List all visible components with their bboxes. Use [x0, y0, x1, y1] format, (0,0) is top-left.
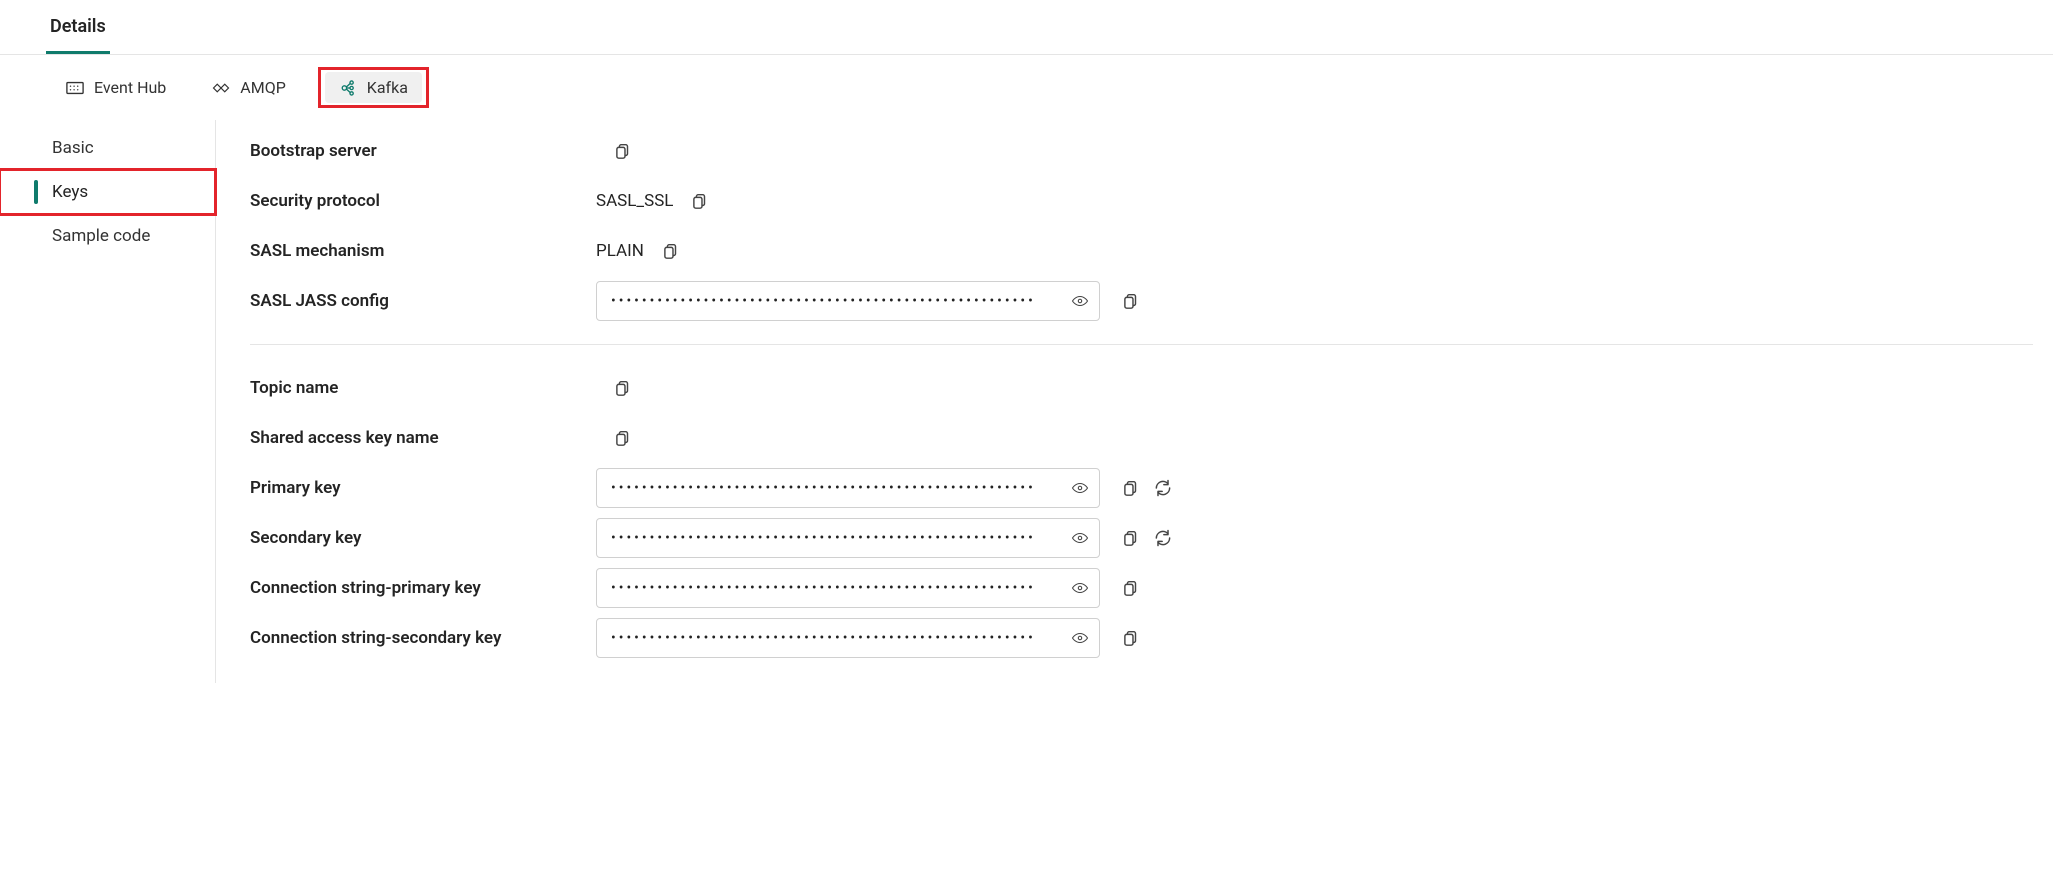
reveal-button[interactable]: [1069, 577, 1091, 599]
copy-button[interactable]: [612, 140, 634, 162]
sidebar-item-sample-code[interactable]: Sample code: [0, 214, 215, 258]
reveal-button[interactable]: [1069, 627, 1091, 649]
masked-input-primary-key[interactable]: ••••••••••••••••••••••••••••••••••••••••…: [596, 468, 1100, 508]
field-label: Primary key: [250, 478, 580, 498]
copy-button[interactable]: [660, 240, 682, 262]
field-value: PLAIN: [596, 241, 644, 261]
protocol-tab-label: Event Hub: [94, 78, 166, 97]
row-primary-key: Primary key ••••••••••••••••••••••••••••…: [250, 463, 2033, 513]
regenerate-button[interactable]: [1152, 477, 1174, 499]
row-sasl-jass-config: SASL JASS config •••••••••••••••••••••••…: [250, 276, 2033, 326]
copy-button[interactable]: [1120, 290, 1142, 312]
row-connection-string-secondary: Connection string-secondary key ••••••••…: [250, 613, 2033, 663]
copy-button[interactable]: [689, 190, 711, 212]
copy-button[interactable]: [612, 377, 634, 399]
amqp-icon: [212, 79, 230, 97]
field-label: SASL JASS config: [250, 291, 580, 311]
field-label: Shared access key name: [250, 428, 580, 448]
masked-input-conn-secondary[interactable]: ••••••••••••••••••••••••••••••••••••••••…: [596, 618, 1100, 658]
side-nav: Basic Keys Sample code: [0, 120, 216, 683]
protocol-tab-bar: Event Hub AMQP Kafka: [0, 55, 2053, 120]
highlight-kafka-tab: Kafka: [318, 67, 429, 108]
field-label: Security protocol: [250, 191, 580, 211]
row-topic-name: Topic name: [250, 363, 2033, 413]
copy-button[interactable]: [1120, 577, 1142, 599]
masked-value: ••••••••••••••••••••••••••••••••••••••••…: [611, 630, 1036, 646]
field-label: Connection string-primary key: [250, 578, 580, 598]
row-secondary-key: Secondary key ••••••••••••••••••••••••••…: [250, 513, 2033, 563]
protocol-tab-kafka[interactable]: Kafka: [325, 72, 422, 103]
copy-button[interactable]: [1120, 477, 1142, 499]
section-divider: [250, 344, 2033, 345]
row-bootstrap-server: Bootstrap server: [250, 126, 2033, 176]
field-label: SASL mechanism: [250, 241, 580, 261]
protocol-tab-label: Kafka: [367, 78, 408, 97]
top-tab-bar: Details: [0, 0, 2053, 55]
sidebar-item-basic[interactable]: Basic: [0, 126, 215, 170]
eventhub-icon: [66, 79, 84, 97]
masked-value: ••••••••••••••••••••••••••••••••••••••••…: [611, 480, 1036, 496]
protocol-tab-label: AMQP: [240, 78, 286, 97]
sidebar-item-keys[interactable]: Keys: [0, 170, 215, 214]
row-sasl-mechanism: SASL mechanism PLAIN: [250, 226, 2033, 276]
row-shared-access-key-name: Shared access key name: [250, 413, 2033, 463]
regenerate-button[interactable]: [1152, 527, 1174, 549]
copy-button[interactable]: [1120, 527, 1142, 549]
reveal-button[interactable]: [1069, 527, 1091, 549]
kafka-icon: [339, 79, 357, 97]
row-connection-string-primary: Connection string-primary key ••••••••••…: [250, 563, 2033, 613]
field-value: SASL_SSL: [596, 191, 673, 211]
field-label: Secondary key: [250, 528, 580, 548]
field-label: Topic name: [250, 378, 580, 398]
reveal-button[interactable]: [1069, 290, 1091, 312]
masked-input-sasl-jass[interactable]: ••••••••••••••••••••••••••••••••••••••••…: [596, 281, 1100, 321]
row-security-protocol: Security protocol SASL_SSL: [250, 176, 2033, 226]
masked-input-secondary-key[interactable]: ••••••••••••••••••••••••••••••••••••••••…: [596, 518, 1100, 558]
content-area: Bootstrap server Security protocol SASL_…: [216, 120, 2053, 683]
protocol-tab-amqp[interactable]: AMQP: [198, 72, 300, 103]
copy-button[interactable]: [612, 427, 634, 449]
masked-value: ••••••••••••••••••••••••••••••••••••••••…: [611, 580, 1036, 596]
masked-value: ••••••••••••••••••••••••••••••••••••••••…: [611, 293, 1036, 309]
field-label: Bootstrap server: [250, 141, 580, 161]
copy-button[interactable]: [1120, 627, 1142, 649]
masked-input-conn-primary[interactable]: ••••••••••••••••••••••••••••••••••••••••…: [596, 568, 1100, 608]
tab-details[interactable]: Details: [46, 10, 110, 54]
masked-value: ••••••••••••••••••••••••••••••••••••••••…: [611, 530, 1036, 546]
protocol-tab-eventhub[interactable]: Event Hub: [52, 72, 180, 103]
field-label: Connection string-secondary key: [250, 628, 580, 648]
reveal-button[interactable]: [1069, 477, 1091, 499]
